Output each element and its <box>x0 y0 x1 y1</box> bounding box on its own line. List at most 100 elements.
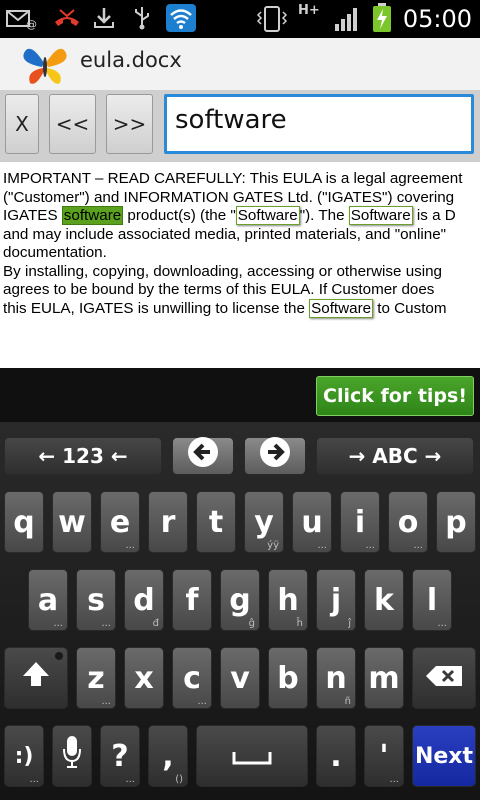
key-k[interactable]: k <box>364 569 404 631</box>
previous-match-button[interactable]: << <box>49 94 96 154</box>
apostrophe-key-label: ' <box>379 738 389 774</box>
key-label: j <box>330 582 342 618</box>
current-search-match: software <box>61 206 124 225</box>
question-key-label: ? <box>111 738 129 774</box>
key-s[interactable]: s... <box>76 569 116 631</box>
key-b[interactable]: b <box>268 647 308 709</box>
letters-mode-key[interactable]: → ABC → <box>316 437 474 475</box>
document-text-run: ("Customer") and INFORMATION GATES Ltd. … <box>3 188 455 206</box>
document-title: eula.docx <box>80 48 182 72</box>
key-label: h <box>277 582 299 618</box>
tips-button[interactable]: Click for tips! <box>316 376 474 416</box>
document-text-run: to Custom <box>373 299 447 317</box>
key-x[interactable]: x <box>124 647 164 709</box>
backspace-key[interactable] <box>412 647 476 709</box>
symbols-mode-key[interactable]: ← 123 ← <box>4 437 162 475</box>
wifi-icon <box>166 4 196 32</box>
voice-input-key[interactable] <box>52 725 92 787</box>
key-alt-hint: ... <box>101 618 111 629</box>
butterfly-logo-icon <box>20 41 70 91</box>
key-w[interactable]: w <box>52 491 92 553</box>
arrow-right-icon <box>258 435 292 477</box>
key-alt-hint: ... <box>197 696 207 707</box>
microphone-icon <box>62 735 82 777</box>
key-alt-hint: ... <box>437 618 447 629</box>
key-d[interactable]: dđ <box>124 569 164 631</box>
key-e[interactable]: e... <box>100 491 140 553</box>
document-text-run: product(s) (the " <box>123 207 236 224</box>
key-q[interactable]: q <box>4 491 44 553</box>
document-line: ("Customer") and INFORMATION GATES Ltd. … <box>3 189 480 208</box>
key-label: e <box>109 504 131 540</box>
document-line: IGATES software product(s) (the " Softwar… <box>3 206 480 226</box>
network-type-label: H+ <box>298 3 320 18</box>
apostrophe-key-hint: ... <box>389 774 399 785</box>
search-match: Software <box>348 206 413 225</box>
title-bar: eula.docx <box>0 38 480 91</box>
emoji-key[interactable]: :) ... <box>4 725 44 787</box>
shift-key[interactable] <box>4 647 68 709</box>
key-n[interactable]: nñ <box>316 647 356 709</box>
key-alt-hint: ... <box>317 540 327 551</box>
document-text-run: and may include associated media, printe… <box>3 225 447 243</box>
key-alt-hint: ... <box>101 696 111 707</box>
comma-key[interactable]: , () <box>148 725 188 787</box>
key-label: m <box>368 660 400 696</box>
key-label: v <box>230 660 250 696</box>
document-text-run: agrees to be bound by the terms of this … <box>3 281 435 298</box>
key-j[interactable]: jĵ <box>316 569 356 631</box>
cursor-left-key[interactable] <box>172 437 234 475</box>
key-label: s <box>87 582 105 618</box>
apostrophe-key[interactable]: ' ... <box>364 725 404 787</box>
key-p[interactable]: p <box>436 491 476 553</box>
soft-keyboard: ← 123 ← → ABC → :) ... ? ... , () . ' ..… <box>0 422 480 800</box>
key-a[interactable]: a... <box>28 569 68 631</box>
key-c[interactable]: c... <box>172 647 212 709</box>
next-match-button[interactable]: >> <box>106 94 153 154</box>
key-l[interactable]: l... <box>412 569 452 631</box>
svg-text:@: @ <box>26 18 37 30</box>
cursor-right-key[interactable] <box>244 437 306 475</box>
key-r[interactable]: r <box>148 491 188 553</box>
key-label: r <box>160 504 176 540</box>
close-search-button[interactable]: X <box>5 94 39 154</box>
key-v[interactable]: v <box>220 647 260 709</box>
backspace-icon <box>424 661 464 696</box>
document-text: IMPORTANT – READ CAREFULLY: This EULA is… <box>3 170 480 318</box>
search-match: Software <box>309 298 374 318</box>
emoji-key-hint: ... <box>29 774 39 785</box>
key-alt-hint: ... <box>413 540 423 551</box>
smiley-icon: :) <box>14 743 34 769</box>
missed-call-icon <box>52 6 82 30</box>
search-match: Software <box>235 206 300 225</box>
period-key[interactable]: . <box>316 725 356 787</box>
document-text-run: this EULA, IGATES is unwilling to licens… <box>3 299 310 317</box>
key-m[interactable]: m <box>364 647 404 709</box>
document-text-run: documentation. <box>3 244 107 261</box>
comma-key-hint: () <box>175 774 183 785</box>
key-label: l <box>426 582 438 618</box>
document-text-run: By installing, copying, downloading, acc… <box>3 262 442 280</box>
key-y[interactable]: y ýÿ <box>244 491 284 553</box>
key-o[interactable]: o... <box>388 491 428 553</box>
key-i[interactable]: i... <box>340 491 380 553</box>
key-h[interactable]: hĥ <box>268 569 308 631</box>
shift-indicator <box>55 652 63 660</box>
key-f[interactable]: f <box>172 569 212 631</box>
next-key[interactable]: Next <box>412 725 476 787</box>
space-key[interactable] <box>196 725 308 787</box>
key-g[interactable]: gĝ <box>220 569 260 631</box>
key-alt-hint: ĝ <box>248 618 255 629</box>
key-z[interactable]: z... <box>76 647 116 709</box>
key-label: p <box>445 504 467 540</box>
shift-icon <box>21 660 51 696</box>
document-view[interactable]: IMPORTANT – READ CAREFULLY: This EULA is… <box>0 162 480 368</box>
key-t[interactable]: t <box>196 491 236 553</box>
question-key[interactable]: ? ... <box>100 725 140 787</box>
clock: 05:00 <box>402 5 472 33</box>
key-label: w <box>58 504 86 540</box>
key-label: a <box>37 582 59 618</box>
key-label: y <box>254 504 274 540</box>
key-u[interactable]: u... <box>292 491 332 553</box>
search-input[interactable]: software <box>164 94 474 154</box>
